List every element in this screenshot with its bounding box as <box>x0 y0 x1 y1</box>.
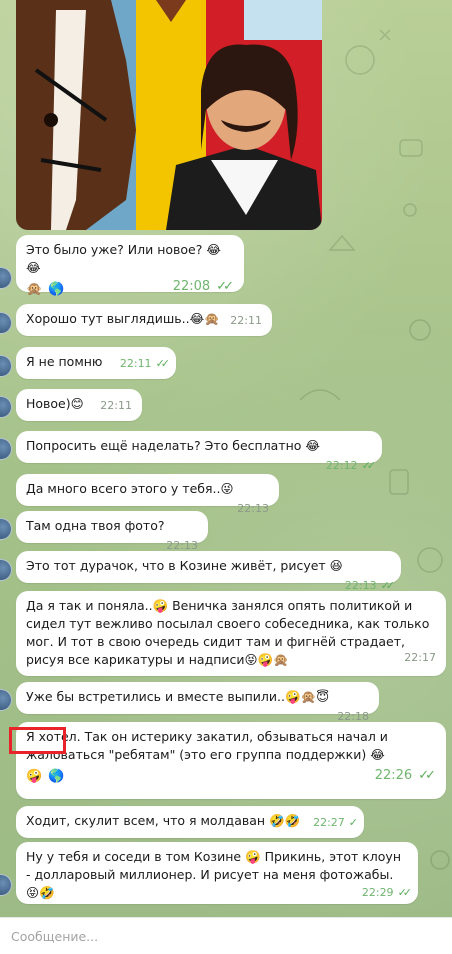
message-10[interactable]: Уже бы встретились и вместе выпили..🤪🙊😇 … <box>16 682 379 723</box>
message-6[interactable]: Да много всего этого у тебя..😜 22:13 <box>16 474 279 515</box>
message-text: Да я так и поняла..🤪 Веничка занялся опя… <box>26 598 430 667</box>
message-text: Да много всего этого у тебя..😜 <box>26 481 234 496</box>
message-time: 22:11 <box>119 357 152 370</box>
message-time: 22:27 <box>313 816 345 829</box>
message-time: 22:11 <box>230 314 262 327</box>
message-11[interactable]: Я хотел. Так он истерику закатил, обзыва… <box>16 722 446 799</box>
message-time: 22:17 <box>404 651 436 664</box>
message-text: Новое)😊 <box>26 396 84 411</box>
message-9[interactable]: Да я так и поняла..🤪 Веничка занялся опя… <box>16 591 446 676</box>
message-time: 22:26 <box>374 768 413 783</box>
reactions[interactable]: 🙊 🌎 22:08 ✓✓ <box>26 280 234 298</box>
message-text: Попросить ещё наделать? Это бесплатно 😂 <box>26 438 321 453</box>
read-checks-icon: ✓✓ <box>361 459 377 472</box>
reaction-zany-face-icon[interactable]: 🤪 <box>26 768 42 786</box>
message-5[interactable]: Попросить ещё наделать? Это бесплатно 😂 … <box>16 431 382 472</box>
message-meta: 22:29 ✓✓ <box>361 886 413 900</box>
message-13[interactable]: Ну у тебя и соседи в том Козине 🤪 Прикин… <box>16 842 418 904</box>
photo-message[interactable] <box>16 0 322 230</box>
message-text: Это тот дурачок, что в Козине живёт, рис… <box>26 558 343 573</box>
message-12[interactable]: Ходит, скулит всем, что я молдаван 🤣🤣 22… <box>16 806 364 838</box>
message-time: 22:13 <box>237 502 269 515</box>
read-checks-icon: ✓✓ <box>155 357 171 370</box>
reaction-monkey-icon[interactable]: 🙊 <box>26 281 42 299</box>
message-input[interactable] <box>0 918 400 954</box>
message-time: 22:11 <box>100 399 132 412</box>
message-meta: 22:26 ✓✓ <box>374 768 436 783</box>
message-2[interactable]: Хорошо тут выглядишь..😂🙊 22:11 <box>16 304 272 336</box>
message-text: Я хотел. Так он истерику закатил, обзыва… <box>26 729 388 762</box>
read-checks-icon: ✓ <box>348 816 358 829</box>
reactions[interactable]: 🤪 🌎 22:26 ✓✓ <box>26 767 436 785</box>
message-meta: 22:11 ✓✓ <box>119 357 171 371</box>
message-8[interactable]: Это тот дурачок, что в Козине живёт, рис… <box>16 551 401 592</box>
message-4[interactable]: Новое)😊 22:11 <box>16 389 142 421</box>
message-1[interactable]: Это было уже? Или новое? 😂😂 🙊 🌎 22:08 ✓✓ <box>16 235 244 297</box>
message-3[interactable]: Я не помню 22:11 ✓✓ <box>16 347 176 379</box>
message-text: Хорошо тут выглядишь..😂🙊 <box>26 311 220 326</box>
message-7[interactable]: Там одна твоя фото? 22:13 <box>16 511 208 552</box>
message-text: Уже бы встретились и вместе выпили..🤪🙊😇 <box>26 689 330 704</box>
message-text: Это было уже? Или новое? 😂😂 <box>26 242 221 275</box>
message-time: 22:29 <box>361 886 394 899</box>
chat-area[interactable]: Это было уже? Или новое? 😂😂 🙊 🌎 22:08 ✓✓ … <box>0 0 452 917</box>
caricature-image <box>16 0 322 230</box>
message-text: Ну у тебя и соседи в том Козине 🤪 Прикин… <box>26 849 401 900</box>
message-text: Там одна твоя фото? <box>26 518 165 533</box>
message-meta: 22:08 ✓✓ <box>172 279 234 294</box>
read-checks-icon: ✓✓ <box>397 886 413 899</box>
reaction-globe-icon[interactable]: 🌎 <box>48 768 64 786</box>
read-checks-icon: ✓✓ <box>418 768 436 783</box>
message-meta: 22:27 ✓ <box>313 816 358 830</box>
message-text: Ходит, скулит всем, что я молдаван 🤣🤣 <box>26 813 301 828</box>
composer-bar <box>0 917 452 954</box>
message-time: 22:12 <box>325 459 358 472</box>
message-text: Я не помню <box>26 354 103 369</box>
message-time: 22:08 <box>172 279 211 294</box>
read-checks-icon: ✓✓ <box>216 279 234 294</box>
reaction-globe-icon[interactable]: 🌎 <box>48 281 64 299</box>
message-meta: 22:12 ✓✓ <box>325 459 377 473</box>
